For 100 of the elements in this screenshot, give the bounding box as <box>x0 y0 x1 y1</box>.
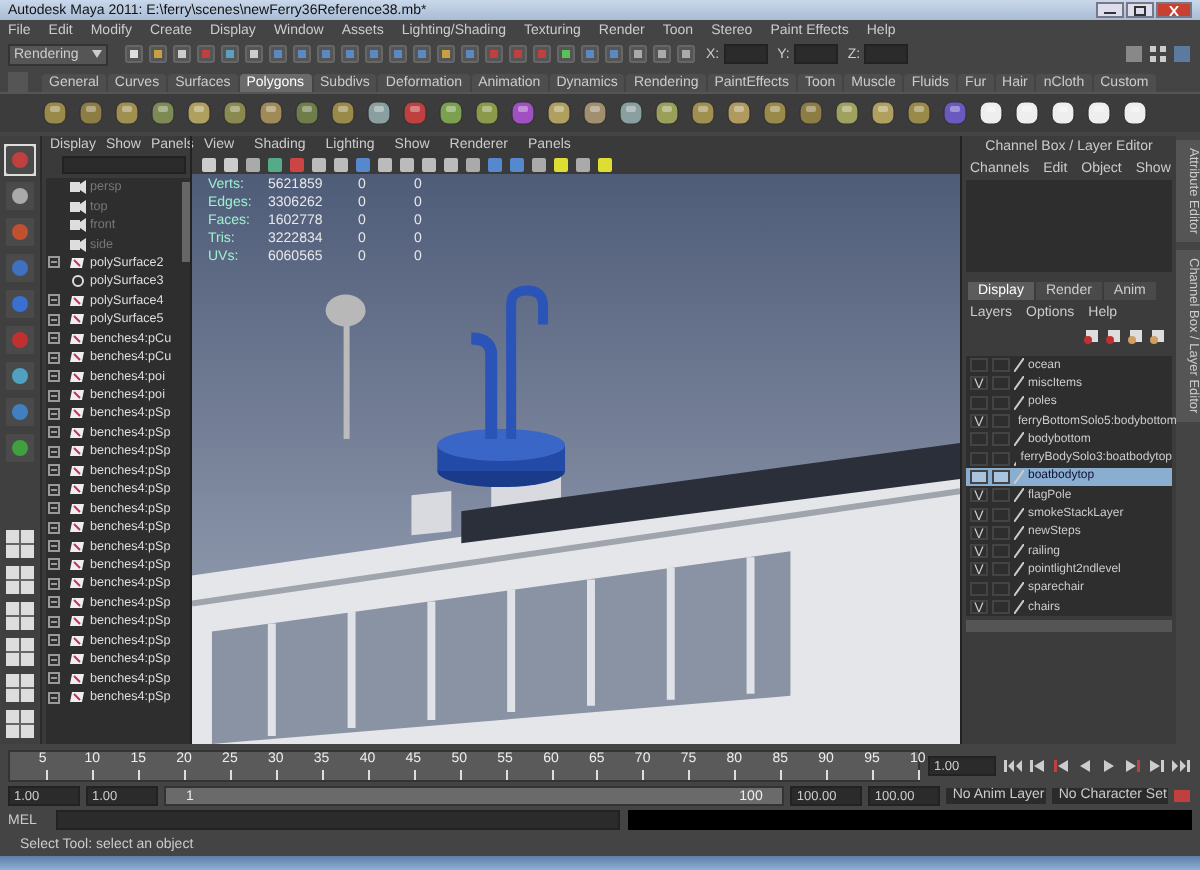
expand-icon[interactable] <box>48 294 60 307</box>
shelf-menu-handle[interactable] <box>8 72 28 92</box>
shelf-tool-icon[interactable] <box>472 98 502 128</box>
expand-icon[interactable] <box>48 615 60 628</box>
expand-icon[interactable] <box>48 540 60 553</box>
layout-grid-icon[interactable] <box>4 528 36 560</box>
shelf-tool-icon[interactable] <box>832 98 862 128</box>
panel-layout-icon[interactable] <box>1148 44 1168 64</box>
mesh-icon <box>70 671 86 686</box>
shelf-tool-icon[interactable] <box>256 98 286 128</box>
mesh-icon <box>70 425 86 440</box>
tool-icon[interactable] <box>4 360 36 392</box>
expand-icon[interactable] <box>48 426 60 439</box>
expand-icon[interactable] <box>48 521 60 534</box>
outliner-filter-field[interactable] <box>62 156 186 174</box>
shelf-tool-icon[interactable] <box>976 98 1006 128</box>
scrollbar[interactable] <box>182 182 190 262</box>
play-backward-icon[interactable] <box>1076 758 1094 774</box>
mesh-icon <box>70 369 86 384</box>
shelf-tool-icon[interactable] <box>580 98 610 128</box>
command-input-field[interactable] <box>56 810 620 830</box>
expand-icon[interactable] <box>48 313 60 326</box>
close-icon <box>1166 5 1182 15</box>
mesh-icon <box>70 557 86 572</box>
shelf-tool-icon[interactable] <box>508 98 538 128</box>
layout-grid-icon[interactable] <box>4 672 36 704</box>
tool-icon[interactable] <box>4 432 36 464</box>
shelf-tool-icon[interactable] <box>1048 98 1078 128</box>
layout-grid-icon[interactable] <box>4 600 36 632</box>
layout-grid-icon[interactable] <box>4 636 36 668</box>
maximize-button[interactable] <box>1126 2 1154 18</box>
coordinate-field[interactable] <box>793 44 838 64</box>
expand-icon[interactable] <box>48 332 60 345</box>
shelf-tool-icon[interactable] <box>544 98 574 128</box>
shelf-tool-icon[interactable] <box>940 98 970 128</box>
shelf-tool-icon[interactable] <box>796 98 826 128</box>
expand-icon[interactable] <box>48 407 60 420</box>
expand-icon[interactable] <box>48 577 60 590</box>
mesh-icon <box>70 595 86 610</box>
play-icon[interactable] <box>1100 758 1118 774</box>
mesh-icon <box>70 501 86 516</box>
scrollbar[interactable] <box>966 620 1172 632</box>
expand-icon[interactable] <box>48 502 60 515</box>
shelf-tool-icon[interactable] <box>1120 98 1150 128</box>
shelf-tool-icon[interactable] <box>760 98 790 128</box>
step-back-icon[interactable] <box>1028 758 1046 774</box>
expand-icon[interactable] <box>48 256 60 269</box>
expand-icon[interactable] <box>48 483 60 496</box>
shelf-tool-icon[interactable] <box>904 98 934 128</box>
tool-icon[interactable] <box>4 180 36 212</box>
new-layer-icon[interactable] <box>1150 328 1168 344</box>
layout-grid-icon[interactable] <box>4 708 36 740</box>
shelf-tool-icon[interactable] <box>184 98 214 128</box>
close-button[interactable] <box>1156 2 1192 18</box>
layout-grid-icon[interactable] <box>4 564 36 596</box>
expand-icon[interactable] <box>48 445 60 458</box>
expand-icon[interactable] <box>48 351 60 364</box>
skip-to-start-icon[interactable] <box>1004 758 1022 774</box>
expand-icon[interactable] <box>48 596 60 609</box>
shelf-tool-icon[interactable] <box>328 98 358 128</box>
expand-icon[interactable] <box>48 558 60 571</box>
shelf-tool-icon[interactable] <box>292 98 322 128</box>
shelf-tool-icon[interactable] <box>436 98 466 128</box>
expand-icon[interactable] <box>48 634 60 647</box>
mesh-icon <box>70 331 86 346</box>
shelf-tool-icon[interactable] <box>1012 98 1042 128</box>
expand-icon[interactable] <box>48 672 60 685</box>
panel-layout-icon[interactable] <box>1124 44 1144 64</box>
mesh-icon <box>70 539 86 554</box>
camera-icon <box>70 199 86 214</box>
expand-icon[interactable] <box>48 389 60 402</box>
shelf-tool-icon[interactable] <box>652 98 682 128</box>
shelf-tool-icon[interactable] <box>40 98 70 128</box>
shelf-tool-icon[interactable] <box>364 98 394 128</box>
shelf-tool-icon[interactable] <box>76 98 106 128</box>
shelf-tool-icon[interactable] <box>1084 98 1114 128</box>
new-layer-icon[interactable] <box>1106 328 1124 344</box>
skip-to-end-icon[interactable] <box>1172 758 1190 774</box>
expand-icon[interactable] <box>48 653 60 666</box>
shelf-tool-icon[interactable] <box>688 98 718 128</box>
step-forward-icon[interactable] <box>1148 758 1166 774</box>
expand-icon[interactable] <box>48 464 60 477</box>
coordinate-field[interactable] <box>864 44 909 64</box>
tool-icon[interactable] <box>4 144 36 176</box>
mesh-icon <box>70 652 86 667</box>
minimize-button[interactable] <box>1096 2 1124 18</box>
shelf-tool-icon[interactable] <box>616 98 646 128</box>
shelf-tool-icon[interactable] <box>868 98 898 128</box>
shelf-tool-icon[interactable] <box>112 98 142 128</box>
expand-icon[interactable] <box>48 691 60 704</box>
expand-icon[interactable] <box>48 370 60 383</box>
shelf-tool-icon[interactable] <box>148 98 178 128</box>
coordinate-field[interactable] <box>723 44 768 64</box>
shelf-tool-icon[interactable] <box>724 98 754 128</box>
new-layer-icon[interactable] <box>1084 328 1102 344</box>
caret-icon <box>92 50 102 58</box>
next-key-icon[interactable] <box>1124 758 1142 774</box>
shelf-tool-icon[interactable] <box>220 98 250 128</box>
new-layer-icon[interactable] <box>1128 328 1146 344</box>
previous-key-icon[interactable] <box>1052 758 1070 774</box>
